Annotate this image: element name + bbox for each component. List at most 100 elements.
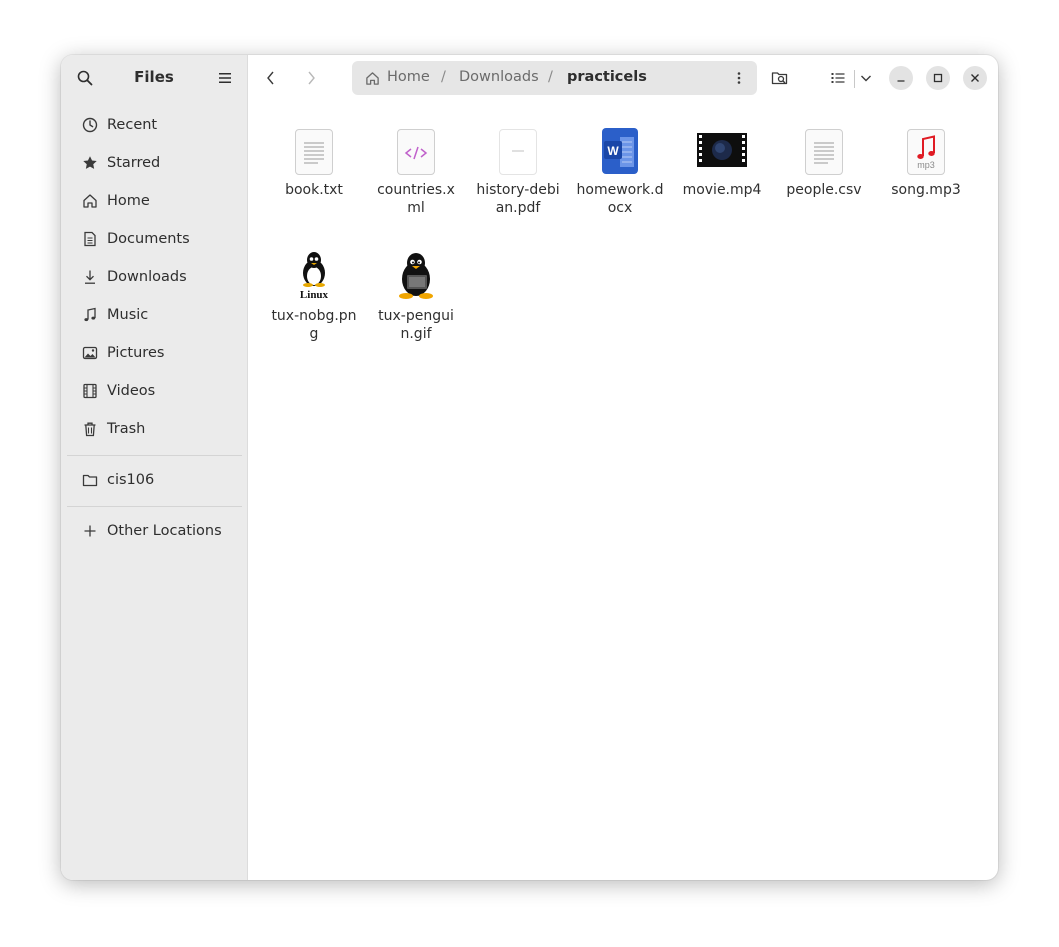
file-item[interactable]: mp3 song.mp3 xyxy=(878,125,974,199)
maximize-icon xyxy=(933,73,943,83)
plus-icon xyxy=(81,522,99,540)
sidebar: Files Recent Starred Home Documents Down… xyxy=(61,55,248,880)
sidebar-item-label: cis106 xyxy=(107,472,155,488)
file-name: tux-penguin.gif xyxy=(378,308,454,342)
breadcrumb-current[interactable]: practicels xyxy=(567,69,647,85)
sidebar-item-label: Documents xyxy=(107,231,190,247)
sidebar-item-label: Videos xyxy=(107,383,156,399)
file-item[interactable]: tux-penguin.gif xyxy=(368,251,464,343)
trash-icon xyxy=(81,420,99,438)
back-button[interactable] xyxy=(258,65,284,91)
sidebar-header: Files xyxy=(61,55,247,101)
sidebar-item-downloads[interactable]: Downloads xyxy=(67,258,242,296)
music-icon xyxy=(81,306,99,324)
sidebar-item-label: Recent xyxy=(107,117,158,133)
sidebar-item-music[interactable]: Music xyxy=(67,296,242,334)
sidebar-other: Other Locations xyxy=(67,512,242,550)
sidebar-item-label: Starred xyxy=(107,155,161,171)
sidebar-item-label: Other Locations xyxy=(107,523,222,539)
search-files-button[interactable] xyxy=(767,65,793,91)
sidebar-divider xyxy=(67,506,242,507)
folder-icon xyxy=(81,471,99,489)
view-list-button[interactable] xyxy=(825,65,851,91)
document-icon xyxy=(81,230,99,248)
file-item[interactable]: book.txt xyxy=(266,125,362,199)
music-note-icon: mp3 xyxy=(907,129,945,175)
png-image-thumbnail: Linux xyxy=(266,251,362,301)
file-item[interactable]: countries.xml xyxy=(368,125,464,217)
file-name: countries.xml xyxy=(377,182,455,216)
minimize-icon xyxy=(897,80,905,82)
home-icon xyxy=(81,192,99,210)
sidebar-item-home[interactable]: Home xyxy=(67,182,242,220)
sidebar-item-starred[interactable]: Starred xyxy=(67,144,242,182)
file-name: book.txt xyxy=(285,182,343,198)
csv-file-thumbnail xyxy=(776,125,872,175)
download-icon xyxy=(81,268,99,286)
breadcrumb-home[interactable]: Home xyxy=(387,69,430,85)
sidebar-item-other-locations[interactable]: Other Locations xyxy=(67,512,242,550)
sidebar-item-label: Home xyxy=(107,193,150,209)
chevron-right-icon xyxy=(308,71,315,85)
close-button[interactable] xyxy=(963,66,987,90)
close-icon xyxy=(971,74,979,82)
image-icon xyxy=(81,344,99,362)
file-type-badge: mp3 xyxy=(917,160,935,170)
sidebar-item-recent[interactable]: Recent xyxy=(67,106,242,144)
file-name: movie.mp4 xyxy=(682,182,762,198)
text-document-icon xyxy=(805,129,843,175)
sidebar-item-videos[interactable]: Videos xyxy=(67,372,242,410)
text-file-thumbnail xyxy=(266,125,362,175)
image-caption-text: Linux xyxy=(299,289,329,301)
text-document-icon xyxy=(295,129,333,175)
video-file-thumbnail xyxy=(674,125,770,175)
video-film-icon xyxy=(697,133,747,167)
sidebar-item-label: Music xyxy=(107,307,149,323)
view-options-button[interactable] xyxy=(853,65,879,91)
more-options-icon[interactable] xyxy=(733,71,745,85)
sidebar-item-documents[interactable]: Documents xyxy=(67,220,242,258)
home-icon xyxy=(366,72,379,85)
tux-laptop-icon xyxy=(399,253,433,299)
file-name: homework.docx xyxy=(576,182,664,216)
file-item[interactable]: history-debian.pdf xyxy=(470,125,566,217)
files-window: Files Recent Starred Home Documents Down… xyxy=(61,55,998,880)
gif-image-thumbnail xyxy=(368,251,464,301)
maximize-button[interactable] xyxy=(926,66,950,90)
chevron-left-icon xyxy=(267,71,274,85)
forward-button[interactable] xyxy=(298,65,324,91)
sidebar-item-label: Downloads xyxy=(107,269,187,285)
file-name: history-debian.pdf xyxy=(476,182,560,216)
file-name: people.csv xyxy=(786,182,862,198)
docx-file-thumbnail: W xyxy=(572,125,668,175)
chevron-down-icon xyxy=(861,75,871,82)
sidebar-item-label: Pictures xyxy=(107,345,165,361)
sidebar-item-cis106[interactable]: cis106 xyxy=(67,461,242,499)
hamburger-menu-icon[interactable] xyxy=(218,71,232,85)
pdf-page-icon xyxy=(499,129,537,175)
file-name: tux-nobg.png xyxy=(271,308,357,342)
sidebar-item-trash[interactable]: Trash xyxy=(67,410,242,448)
file-item[interactable]: W homework.docx xyxy=(572,125,668,217)
file-item[interactable]: Linux tux-nobg.png xyxy=(266,251,362,343)
breadcrumb-separator: / xyxy=(548,69,553,85)
breadcrumb-downloads[interactable]: Downloads xyxy=(459,69,539,85)
star-icon xyxy=(81,154,99,172)
xml-file-thumbnail xyxy=(368,125,464,175)
file-item[interactable]: movie.mp4 xyxy=(674,125,770,199)
breadcrumb-separator: / xyxy=(441,69,446,85)
code-icon xyxy=(397,129,435,175)
audio-file-thumbnail: mp3 xyxy=(878,125,974,175)
sidebar-item-pictures[interactable]: Pictures xyxy=(67,334,242,372)
film-icon xyxy=(81,382,99,400)
list-view-icon xyxy=(831,73,845,83)
tux-penguin-icon xyxy=(303,252,325,287)
minimize-button[interactable] xyxy=(889,66,913,90)
pdf-file-thumbnail xyxy=(470,125,566,175)
sidebar-places: Recent Starred Home Documents Downloads … xyxy=(67,106,242,448)
path-bar: Home / Downloads / practicels xyxy=(352,61,757,95)
sidebar-item-label: Trash xyxy=(107,421,146,437)
file-name: song.mp3 xyxy=(891,182,961,198)
clock-icon xyxy=(81,116,99,134)
file-item[interactable]: people.csv xyxy=(776,125,872,199)
